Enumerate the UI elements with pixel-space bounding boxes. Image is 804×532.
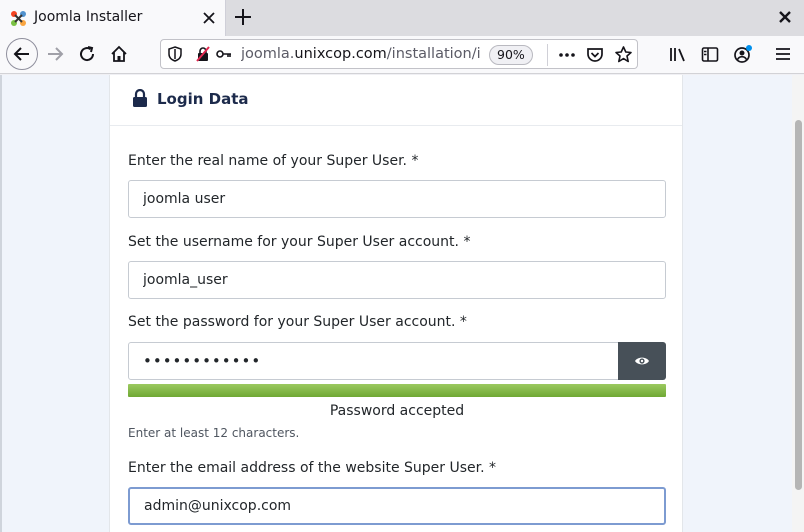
page-viewport: Login Data Enter the real name of your S… — [0, 75, 804, 532]
tab-title: Joomla Installer — [34, 9, 143, 25]
password-strength-meter — [128, 384, 666, 397]
joomla-favicon-icon — [11, 11, 26, 26]
arrow-right-icon — [48, 47, 64, 61]
username-label: Set the username for your Super User acc… — [128, 234, 471, 250]
page-scrollbar[interactable] — [792, 75, 804, 532]
back-button[interactable] — [6, 38, 38, 70]
window-close-icon[interactable] — [776, 8, 794, 26]
home-icon — [111, 45, 127, 62]
reload-icon — [80, 46, 95, 62]
password-strength-text: Password accepted — [329, 403, 465, 419]
toggle-password-visibility-button[interactable] — [618, 342, 666, 380]
navigation-toolbar: joomla.unixcop.com/installation/in 90% — [0, 36, 804, 74]
library-icon[interactable] — [669, 46, 687, 63]
reload-button[interactable] — [73, 40, 101, 68]
sidebar-toggle-icon[interactable] — [701, 46, 719, 63]
scrollbar-thumb[interactable] — [795, 120, 802, 490]
new-tab-icon[interactable] — [232, 6, 254, 28]
close-tab-icon[interactable] — [200, 9, 218, 27]
real-name-label: Enter the real name of your Super User. … — [128, 153, 419, 169]
email-input[interactable] — [128, 487, 666, 525]
email-label: Enter the email address of the website S… — [128, 460, 497, 476]
zoom-level-badge[interactable]: 90% — [489, 45, 533, 65]
account-icon[interactable] — [733, 44, 753, 64]
tab-strip: Joomla Installer — [0, 0, 804, 36]
real-name-input[interactable] — [128, 180, 666, 218]
hamburger-menu-icon[interactable] — [775, 46, 791, 62]
forward-button[interactable] — [41, 40, 69, 68]
password-hint: Enter at least 12 characters. — [128, 426, 300, 440]
home-button[interactable] — [105, 40, 133, 68]
key-icon[interactable] — [216, 48, 232, 60]
more-actions-icon[interactable] — [558, 47, 576, 63]
shield-icon[interactable] — [167, 46, 183, 62]
pocket-icon[interactable] — [586, 46, 604, 64]
insecure-lock-icon[interactable] — [195, 46, 211, 62]
password-input[interactable] — [128, 342, 619, 380]
tab-joomla-installer[interactable]: Joomla Installer — [0, 0, 226, 36]
eye-icon — [635, 357, 649, 365]
password-label: Set the password for your Super User acc… — [128, 314, 467, 330]
section-title: Login Data — [157, 90, 249, 108]
bookmark-star-icon[interactable] — [614, 45, 633, 64]
card-header: Login Data — [110, 75, 682, 126]
url-separator — [547, 44, 548, 66]
address-bar[interactable]: joomla.unixcop.com/installation/in 90% — [160, 39, 638, 69]
url-text[interactable]: joomla.unixcop.com/installation/in — [241, 46, 481, 62]
page-left-border — [0, 75, 2, 532]
lock-icon — [133, 89, 147, 107]
arrow-left-icon — [13, 47, 29, 61]
username-input[interactable] — [128, 261, 666, 299]
login-data-card: Login Data Enter the real name of your S… — [109, 75, 683, 532]
